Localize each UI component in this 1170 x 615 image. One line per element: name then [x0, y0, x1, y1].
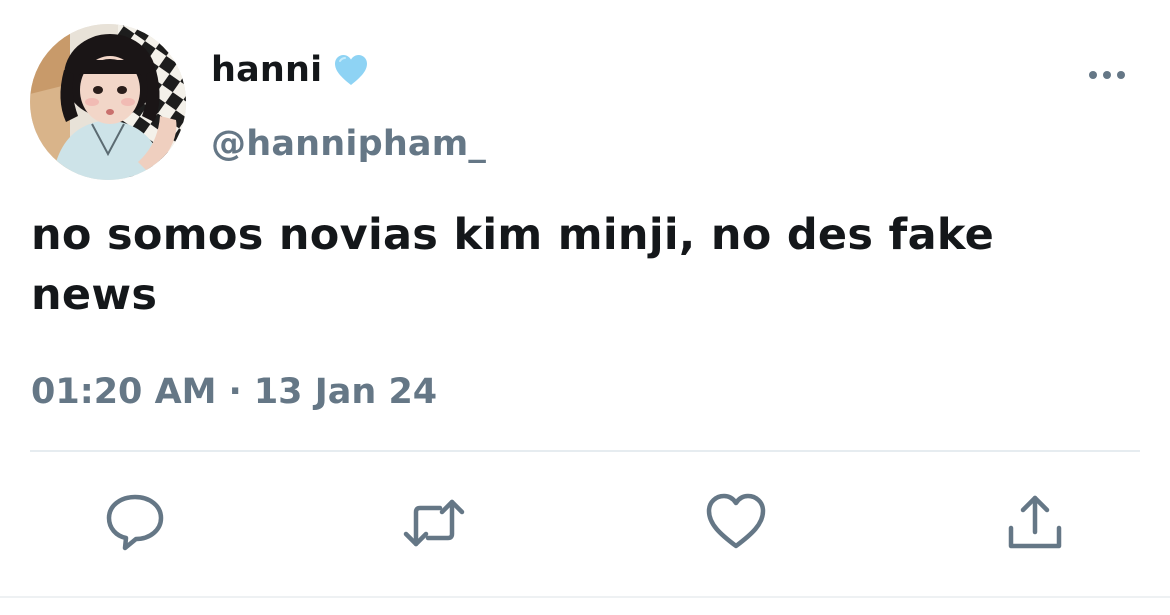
tweet-date: 13 Jan 24	[253, 372, 438, 412]
bottom-divider	[0, 596, 1170, 598]
like-icon[interactable]	[704, 490, 768, 554]
retweet-icon[interactable]	[402, 490, 466, 554]
author-name-row: hanni	[211, 48, 370, 92]
tweet-text: no somos novias kim minji, no des fake n…	[31, 210, 995, 320]
reply-icon[interactable]	[103, 490, 167, 554]
avatar-photo	[30, 24, 186, 180]
tweet-time: 01:20 AM	[31, 372, 217, 412]
more-options-icon[interactable]	[1085, 64, 1129, 86]
light-blue-heart-icon	[332, 51, 370, 89]
action-bar	[0, 490, 1170, 560]
author-handle[interactable]: @hannipham_	[211, 124, 486, 164]
display-name[interactable]: hanni	[211, 50, 322, 90]
timestamp-separator: ·	[228, 372, 242, 412]
tweet-card: hanni @hannipham_ no somos novias kim mi…	[0, 0, 1170, 615]
avatar[interactable]	[30, 24, 186, 180]
divider	[30, 450, 1140, 452]
share-icon[interactable]	[1003, 492, 1067, 556]
tweet-timestamp[interactable]: 01:20 AM · 13 Jan 24	[31, 372, 437, 412]
